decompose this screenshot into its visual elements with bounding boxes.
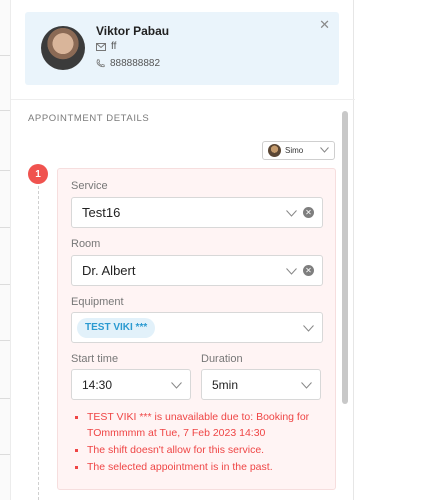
service-label: Service [71,180,108,192]
step-badge: 1 [28,164,48,184]
start-time-select[interactable]: 14:30 [71,369,191,400]
staff-name: Simo [285,146,304,155]
room-select[interactable]: Dr. Albert ✕ [71,255,323,286]
scrollbar-thumb[interactable] [342,111,348,404]
chevron-down-icon [286,263,297,278]
equipment-label: Equipment [71,296,124,308]
section-title: APPOINTMENT DETAILS [28,113,150,124]
error-message: The shift doesn't allow for this service… [73,442,331,458]
step-connector [38,186,39,500]
staff-avatar [268,144,281,157]
staff-selector[interactable]: Simo [262,141,335,160]
appointment-form: Service Test16 ✕ Room Dr. Albert ✕ Equip… [57,168,336,490]
phone-icon [96,59,105,68]
chevron-down-icon [171,378,182,392]
divider [11,99,355,100]
client-phone-text: 888888882 [110,58,161,69]
chevron-down-icon [286,205,297,220]
client-name: Viktor Pabau [96,24,170,38]
client-phone-row: 888888882 [96,58,160,69]
equipment-select[interactable]: TEST VIKI *** [71,312,323,343]
background-calendar-strip [0,0,10,500]
error-message: The selected appointment is in the past. [73,459,331,475]
close-icon[interactable]: ✕ [319,17,330,33]
chevron-down-icon [303,320,314,335]
room-value: Dr. Albert [82,263,136,278]
duration-label: Duration [201,353,243,365]
duration-value: 5min [212,377,239,392]
error-list: TEST VIKI *** is unavailable due to: Boo… [73,409,331,476]
equipment-tag[interactable]: TEST VIKI *** [77,317,156,338]
client-email-row: ff [96,41,116,52]
start-time-value: 14:30 [82,377,113,392]
client-card[interactable]: Viktor Pabau ff 888888882 ✕ [25,12,339,85]
clear-icon[interactable]: ✕ [303,207,314,218]
error-message: TEST VIKI *** is unavailable due to: Boo… [73,409,331,441]
duration-select[interactable]: 5min [201,369,321,400]
start-time-label: Start time [71,353,119,365]
mail-icon [96,42,106,51]
scrollbar[interactable] [342,111,348,500]
service-value: Test16 [82,205,121,220]
chevron-down-icon [301,378,312,392]
clear-icon[interactable]: ✕ [303,265,314,276]
service-select[interactable]: Test16 ✕ [71,197,323,228]
room-label: Room [71,238,101,250]
client-avatar [41,26,85,70]
appointment-panel: Viktor Pabau ff 888888882 ✕ APPOINTMENT … [10,0,355,500]
client-email-text: ff [111,41,117,52]
chevron-down-icon [320,146,329,155]
